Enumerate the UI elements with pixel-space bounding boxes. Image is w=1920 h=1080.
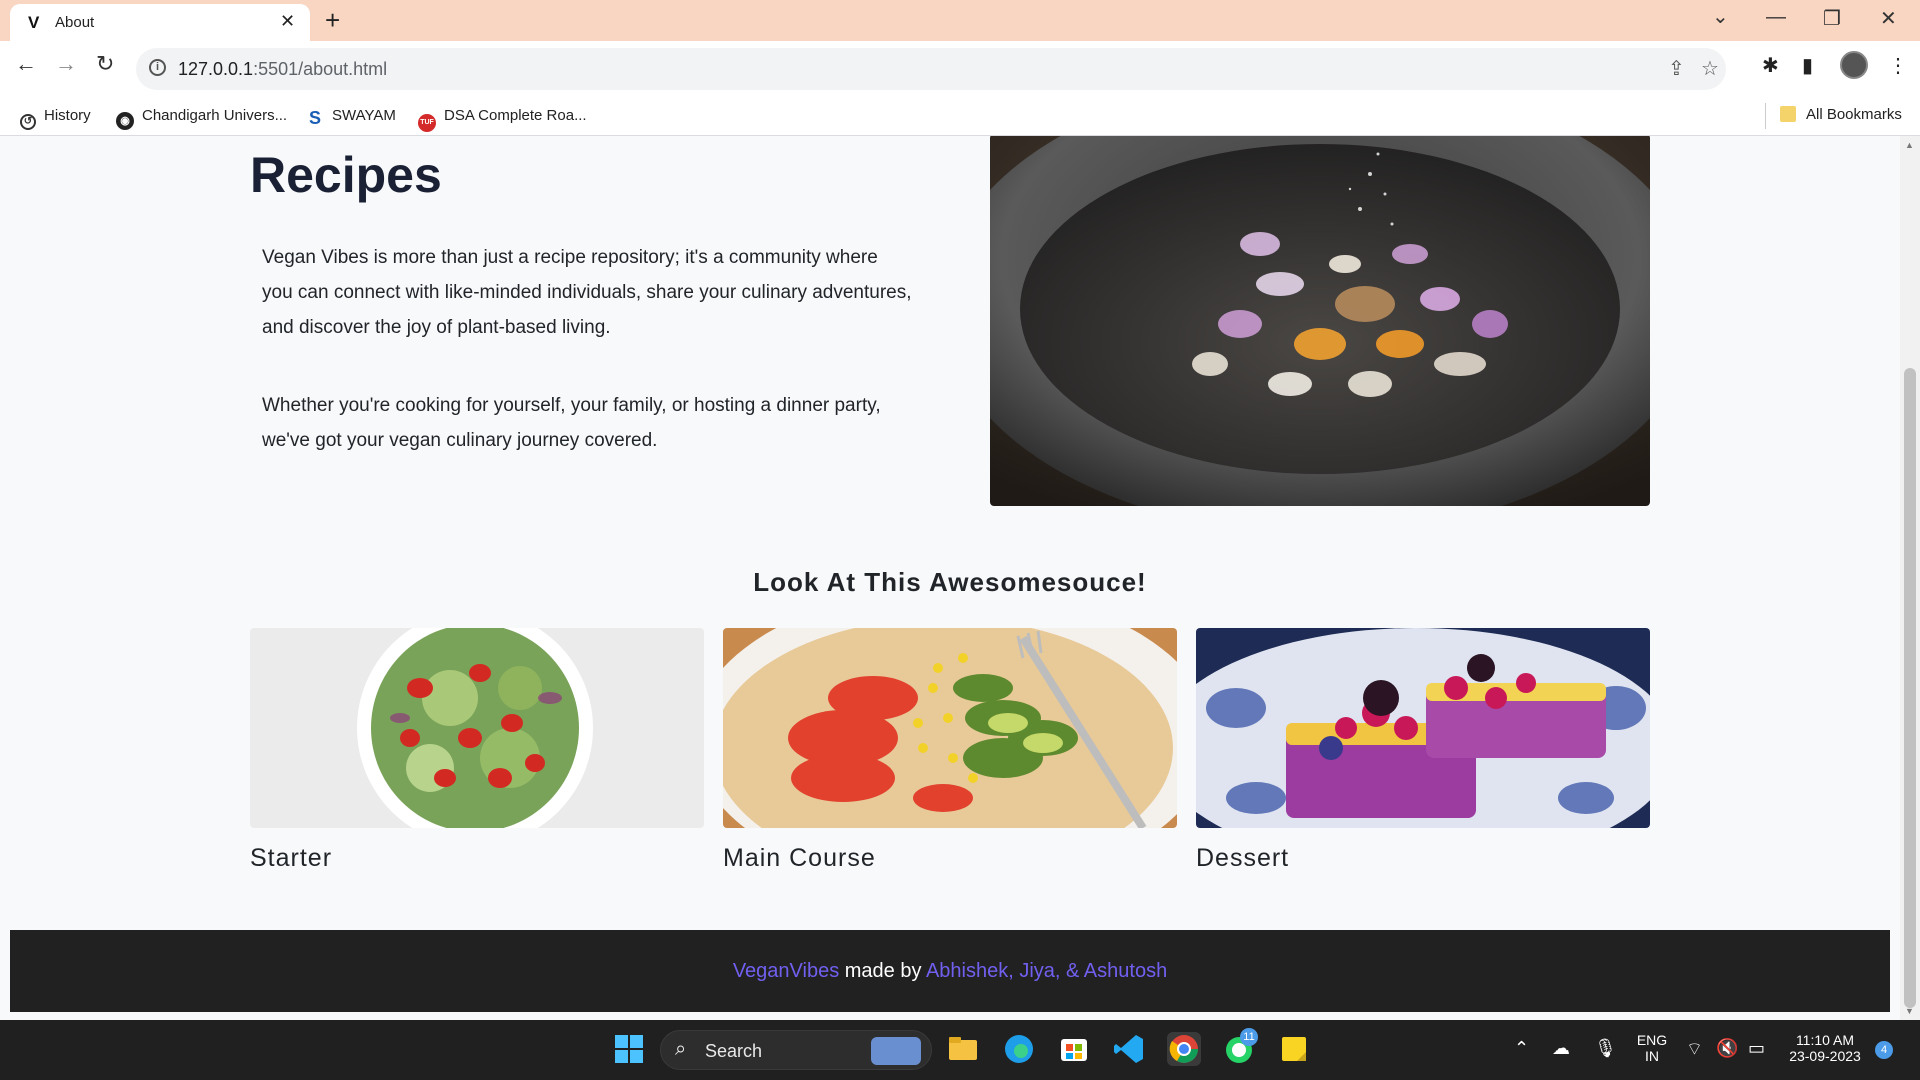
scroll-down-arrow-icon[interactable]: ▼ — [1905, 1006, 1914, 1016]
notification-badge[interactable]: 4 — [1875, 1041, 1893, 1059]
footer-made-by: made by — [839, 960, 926, 982]
tab-search-chevron-icon[interactable]: ⌄ — [1712, 4, 1729, 29]
card-starter-image — [250, 628, 704, 828]
globe-icon: ◉ — [116, 112, 134, 130]
reload-icon[interactable]: ↻ — [96, 51, 114, 77]
close-tab-icon[interactable]: ✕ — [280, 11, 295, 32]
browser-toolbar: ← → ↻ i 127.0.0.1:5501/about.html ⇪ ☆ ✱ … — [0, 41, 1920, 97]
menu-kebab-icon[interactable]: ⋮ — [1888, 53, 1908, 78]
card-main-course-image — [723, 628, 1177, 828]
taskbar-search[interactable]: ⌕ Search — [660, 1030, 932, 1070]
card-main-course[interactable]: Main Course — [723, 628, 1177, 873]
microphone-icon[interactable]: 🎙 — [1594, 1038, 1617, 1059]
language-indicator[interactable]: ENG IN — [1632, 1032, 1672, 1064]
card-starter[interactable]: Starter — [250, 628, 704, 873]
extensions-puzzle-icon[interactable]: ✱ — [1762, 53, 1779, 78]
tuf-icon: TUF — [418, 114, 436, 132]
share-icon[interactable]: ⇪ — [1668, 56, 1685, 81]
file-explorer-icon[interactable] — [946, 1032, 980, 1066]
battery-icon[interactable]: ▭ — [1748, 1038, 1765, 1059]
card-dessert[interactable]: Dessert — [1196, 628, 1650, 873]
whatsapp-badge: 11 — [1240, 1028, 1258, 1046]
back-arrow-icon[interactable]: ← — [15, 51, 37, 77]
tab-strip: V About ✕ + ⌄ — ❐ ✕ — [0, 0, 1920, 41]
bookmarks-separator — [1765, 103, 1766, 129]
microsoft-store-icon[interactable] — [1057, 1032, 1091, 1066]
clock-time: 11:10 AM — [1795, 1032, 1855, 1048]
footer-authors-link[interactable]: Abhishek, Jiya, & Ashutosh — [926, 960, 1167, 982]
side-panel-icon[interactable]: ▮ — [1802, 53, 1813, 78]
page-content: Recipes Vegan Vibes is more than just a … — [0, 136, 1900, 1020]
history-icon: ↺ — [20, 114, 36, 130]
minimize-button[interactable]: — — [1766, 6, 1786, 29]
footer-brand-link[interactable]: VeganVibes — [733, 960, 839, 982]
all-bookmarks-button[interactable]: All Bookmarks — [1780, 106, 1902, 123]
dessert-illustration — [1196, 628, 1650, 828]
chrome-icon[interactable] — [1167, 1032, 1201, 1066]
clock-date: 23-09-2023 — [1789, 1048, 1861, 1064]
bookmark-dsa[interactable]: TUF DSA Complete Roa... — [418, 107, 587, 132]
tab-about[interactable]: V About ✕ — [10, 4, 310, 41]
bookmark-chandigarh[interactable]: ◉ Chandigarh Univers... — [116, 107, 287, 130]
section-title: Look At This Awesomesouce! — [753, 567, 1147, 597]
onedrive-icon[interactable]: ☁ — [1552, 1038, 1570, 1059]
hero-image-mortar-bowl — [990, 136, 1650, 506]
sticky-notes-icon[interactable] — [1277, 1032, 1311, 1066]
page-footer: VeganVibes made by Abhishek, Jiya, & Ash… — [10, 930, 1890, 1012]
vscode-icon[interactable] — [1112, 1032, 1146, 1066]
windows-start-icon[interactable] — [612, 1032, 646, 1066]
folder-icon — [1780, 106, 1796, 122]
tortilla-bowl-illustration — [723, 628, 1177, 828]
wifi-icon[interactable]: ⌔ — [1686, 1038, 1703, 1061]
forward-arrow-icon[interactable]: → — [55, 51, 77, 77]
card-dessert-label: Dessert — [1196, 844, 1290, 872]
url-text[interactable]: 127.0.0.1:5501/about.html — [178, 59, 387, 80]
clock[interactable]: 11:10 AM 23-09-2023 — [1780, 1032, 1870, 1064]
hero-heading: Recipes — [250, 147, 442, 203]
restore-button[interactable]: ❐ — [1823, 6, 1841, 31]
tab-favicon-icon: V — [28, 13, 40, 32]
site-info-icon[interactable]: i — [149, 59, 166, 76]
taskbar-search-label: Search — [705, 1041, 763, 1061]
hero-paragraph-2: Whether you're cooking for yourself, you… — [262, 395, 881, 451]
profile-avatar[interactable] — [1840, 51, 1868, 79]
hero-paragraph-1: Vegan Vibes is more than just a recipe r… — [262, 247, 912, 338]
edge-browser-icon[interactable] — [1002, 1032, 1036, 1066]
scroll-thumb[interactable] — [1904, 368, 1916, 1008]
bookmark-history[interactable]: ↺ History — [20, 107, 91, 130]
windows-taskbar: ⌕ Search 11 ⌃ ☁ 🎙 ENG IN ⌔ 🔇 ▭ 11:10 AM … — [0, 1020, 1920, 1080]
card-dessert-image — [1196, 628, 1650, 828]
swayam-icon: S — [306, 109, 324, 127]
speaker-muted-icon[interactable]: 🔇 — [1716, 1038, 1738, 1059]
card-starter-label: Starter — [250, 844, 333, 872]
address-bar[interactable]: i 127.0.0.1:5501/about.html ⇪ ☆ — [136, 48, 1726, 90]
page-scrollbar[interactable]: ▲ ▼ — [1900, 136, 1920, 1020]
bookmark-star-icon[interactable]: ☆ — [1701, 56, 1719, 81]
tab-title: About — [55, 14, 95, 31]
scroll-up-arrow-icon[interactable]: ▲ — [1905, 140, 1914, 150]
bookmarks-bar: ↺ History ◉ Chandigarh Univers... S SWAYAM … — [0, 97, 1920, 136]
search-highlight-icon — [871, 1037, 921, 1065]
close-window-button[interactable]: ✕ — [1880, 6, 1897, 31]
bookmark-swayam[interactable]: S SWAYAM — [306, 107, 396, 127]
salad-illustration — [250, 628, 704, 828]
show-hidden-icons-icon[interactable]: ⌃ — [1514, 1038, 1529, 1059]
language-code: ENG — [1636, 1032, 1668, 1048]
search-icon: ⌕ — [675, 1038, 687, 1060]
region-code: IN — [1645, 1048, 1659, 1064]
mortar-bowl-illustration — [990, 136, 1650, 506]
card-main-course-label: Main Course — [723, 844, 876, 872]
new-tab-button[interactable]: + — [325, 5, 340, 36]
